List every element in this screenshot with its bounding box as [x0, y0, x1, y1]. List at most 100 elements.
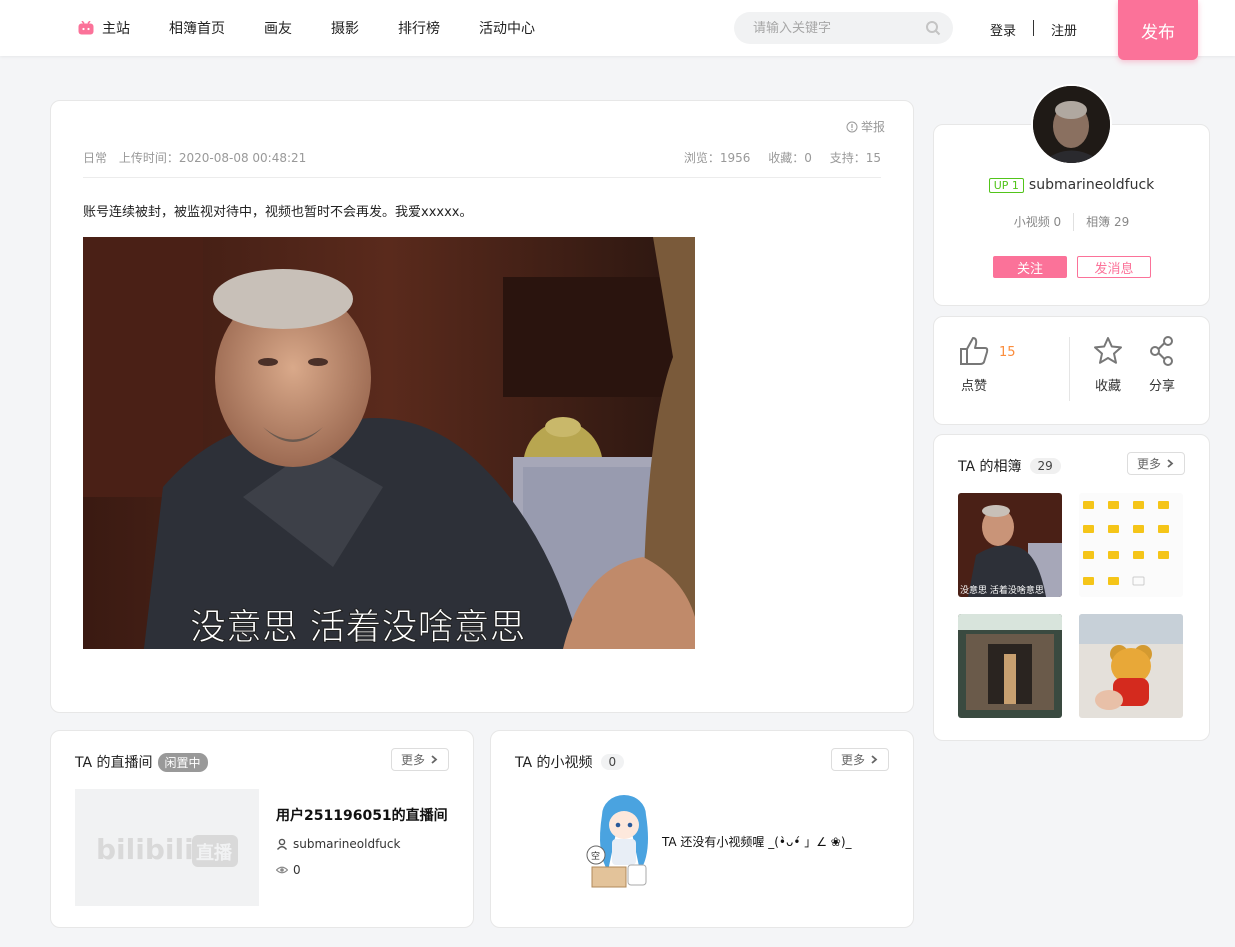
- live-room-thumbnail[interactable]: bilibili 直播: [75, 789, 259, 906]
- live-room-viewers: 0: [276, 863, 301, 877]
- top-header: 主站 相簿首页 画友 摄影 排行榜 活动中心 登录 注册 发布: [0, 0, 1235, 60]
- favorite-label: 收藏: [1094, 379, 1121, 394]
- small-videos-heading: TA 的小视频 0: [515, 752, 625, 772]
- albums-more-button[interactable]: 更多: [1127, 452, 1185, 475]
- small-videos-card: TA 的小视频 0 更多 空 TA 还没有小视频喔 _(•̀ᴗ•́ 」∠ ❀)_: [490, 730, 914, 928]
- nav-painters[interactable]: 画友: [264, 18, 292, 38]
- live-more-label: 更多: [400, 753, 425, 767]
- star-icon: [1094, 337, 1122, 364]
- search-input[interactable]: [753, 20, 913, 36]
- svg-text:bilibili: bilibili: [96, 833, 194, 866]
- warning-icon: [846, 121, 858, 132]
- live-room-name[interactable]: 用户251196051的直播间: [276, 805, 448, 825]
- search-box: [734, 12, 953, 44]
- albums-more-label: 更多: [1136, 457, 1161, 471]
- album-thumb-4-image: [1079, 614, 1183, 718]
- profile-albums[interactable]: 相簿 29: [1086, 213, 1129, 231]
- profile-small-videos[interactable]: 小视频 0: [1014, 213, 1061, 231]
- up-level-badge: UP 1: [988, 177, 1024, 193]
- share-label: 分享: [1148, 379, 1175, 394]
- live-viewer-count: 0: [293, 863, 301, 877]
- chevron-right-icon: [431, 755, 438, 764]
- bilibili-live-logo: bilibili 直播: [96, 833, 238, 867]
- message-button[interactable]: 发消息: [1077, 256, 1151, 278]
- header-divider: [1033, 20, 1034, 36]
- post-card: 举报 日常 上传时间：2020-08-08 00:48:21 浏览：1956 收…: [50, 100, 914, 713]
- live-room-title: TA 的直播间: [75, 755, 153, 771]
- actions-divider: [1069, 337, 1070, 401]
- album-thumb-1-image: 没意思 活着没啥意思: [958, 493, 1062, 597]
- main-nav: 主站 相簿首页 画友 摄影 排行榜 活动中心: [78, 0, 574, 56]
- live-status-badge: 闲置中: [157, 752, 208, 772]
- like-count: 15: [999, 345, 1016, 360]
- videos-more-button[interactable]: 更多: [831, 748, 889, 771]
- report-label: 举报: [860, 120, 885, 134]
- upload-time: 上传时间：2020-08-08 00:48:21: [118, 151, 307, 165]
- nav-album-home[interactable]: 相簿首页: [169, 18, 225, 38]
- album-thumb-3[interactable]: [958, 614, 1062, 718]
- live-more-button[interactable]: 更多: [391, 748, 449, 771]
- post-category[interactable]: 日常: [83, 151, 107, 165]
- avatar-image: [1033, 86, 1110, 163]
- albums-title: TA 的相簿: [958, 459, 1022, 475]
- tv-icon: [78, 21, 94, 35]
- svg-text:没意思 活着没啥意思: 没意思 活着没啥意思: [960, 584, 1044, 596]
- share-icon: [1150, 336, 1173, 366]
- empty-videos-text: TA 还没有小视频喔 _(•̀ᴗ•́ 」∠ ❀)_: [662, 835, 852, 849]
- album-thumb-4[interactable]: [1079, 614, 1183, 718]
- report-button[interactable]: 举报: [846, 118, 885, 135]
- like-button[interactable]: 点赞: [958, 335, 990, 394]
- share-button[interactable]: 分享: [1148, 335, 1176, 394]
- nav-ranking[interactable]: 排行榜: [398, 18, 440, 38]
- like-label: 点赞: [960, 379, 987, 394]
- support-count: 支持：15: [829, 151, 881, 165]
- empty-mascot-illustration: 空: [586, 795, 648, 888]
- albums-card: TA 的相簿 29 更多 没意思 活着没啥意思: [933, 434, 1210, 741]
- follow-button[interactable]: 关注: [993, 256, 1067, 278]
- album-thumb-2[interactable]: [1079, 493, 1183, 597]
- post-stats: 浏览：1956 收藏：0 支持：15: [670, 149, 881, 166]
- user-icon: [276, 838, 288, 850]
- small-videos-title: TA 的小视频: [515, 755, 593, 771]
- favorite-count: 收藏：0: [768, 151, 812, 165]
- nav-main-site[interactable]: 主站: [78, 18, 130, 38]
- chevron-right-icon: [871, 755, 878, 764]
- thumbs-up-icon: [960, 337, 989, 365]
- post-image[interactable]: 没意思 活着没啥意思: [83, 237, 695, 649]
- live-owner-name: submarineoldfuck: [293, 837, 401, 851]
- image-caption: 没意思 活着没啥意思: [190, 607, 525, 648]
- post-text: 账号连续被封，被监视对待中，视频也暂时不会再发。我爱xxxxx。: [83, 205, 473, 220]
- profile-stats-divider: [1073, 213, 1075, 231]
- profile-username[interactable]: submarineoldfuck: [1029, 177, 1154, 193]
- publish-button[interactable]: 发布: [1118, 0, 1198, 60]
- nav-photography[interactable]: 摄影: [331, 18, 359, 38]
- albums-heading: TA 的相簿 29: [958, 456, 1061, 476]
- register-link[interactable]: 注册: [1051, 20, 1077, 39]
- videos-more-label: 更多: [840, 753, 865, 767]
- live-room-owner[interactable]: submarineoldfuck: [276, 837, 400, 851]
- profile-name-row: UP 1 submarineoldfuck: [934, 177, 1209, 193]
- chevron-right-icon: [1167, 459, 1174, 468]
- eye-icon: [276, 866, 288, 874]
- album-thumb-2-image: [1079, 493, 1183, 597]
- small-videos-count: 0: [600, 754, 625, 770]
- login-link[interactable]: 登录: [990, 20, 1016, 39]
- album-thumb-3-image: [958, 614, 1062, 718]
- profile-stats: 小视频 0 相簿 29: [934, 213, 1209, 231]
- nav-main-site-label: 主站: [102, 21, 130, 37]
- album-thumb-1[interactable]: 没意思 活着没啥意思: [958, 493, 1062, 597]
- live-room-heading: TA 的直播间 闲置中: [75, 752, 208, 772]
- view-count: 浏览：1956: [683, 151, 751, 165]
- svg-text:空: 空: [591, 850, 600, 862]
- svg-text:直播: 直播: [196, 842, 233, 864]
- actions-card: 点赞 15 收藏 分享: [933, 316, 1210, 425]
- avatar[interactable]: [1031, 84, 1112, 165]
- albums-count: 29: [1029, 458, 1061, 474]
- search-icon[interactable]: [925, 20, 941, 36]
- favorite-button[interactable]: 收藏: [1092, 335, 1124, 394]
- nav-events[interactable]: 活动中心: [479, 18, 535, 38]
- post-meta: 日常 上传时间：2020-08-08 00:48:21: [83, 149, 314, 166]
- meta-divider: [83, 177, 881, 178]
- live-room-card: TA 的直播间 闲置中 更多 bilibili 直播 用户251196051的直…: [50, 730, 474, 928]
- post-image-graphic: 没意思 活着没啥意思: [83, 237, 695, 649]
